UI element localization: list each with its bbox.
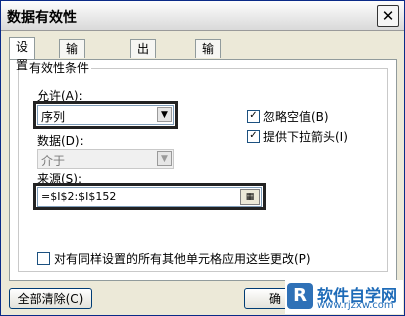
data-select-value: 介于 (41, 154, 66, 168)
tab-settings[interactable]: 设置 (9, 37, 36, 72)
dropdown-arrow-checkbox[interactable]: ✓ (247, 130, 260, 143)
clear-all-button[interactable]: 全部清除(C) (9, 288, 92, 309)
tab-input-message[interactable]: 输入信息 (59, 39, 86, 110)
criteria-legend: 有效性条件 (27, 61, 92, 75)
validation-criteria-group: 有效性条件 允许(A): 序列 ▼ 数据(D): 介于 ▼ 来源(S): =$I… (18, 62, 388, 272)
data-validation-dialog: 数据有效性 ✕ 设置 输入信息 出错警告 输入法模式 有效性条件 允许(A): … (0, 0, 405, 316)
close-icon: ✕ (381, 6, 395, 25)
title-bar: 数据有效性 ✕ (1, 1, 404, 31)
allow-highlight-frame (33, 101, 178, 129)
tab-error-alert[interactable]: 出错警告 (130, 39, 157, 110)
ignore-blank-checkbox[interactable]: ✓ (247, 110, 260, 123)
settings-panel: 有效性条件 允许(A): 序列 ▼ 数据(D): 介于 ▼ 来源(S): =$I… (9, 59, 397, 281)
tab-ime-mode[interactable]: 输入法模式 (195, 39, 222, 128)
source-highlight-frame (33, 183, 266, 210)
data-label: 数据(D): (37, 134, 84, 148)
watermark-url: www.rjzxw.com (317, 300, 394, 311)
chevron-down-icon: ▼ (157, 151, 172, 166)
watermark-logo: R (287, 283, 313, 309)
dialog-title: 数据有效性 (7, 10, 77, 26)
data-select[interactable]: 介于 ▼ (37, 149, 174, 169)
apply-all-checkbox[interactable] (37, 252, 50, 265)
close-button[interactable]: ✕ (377, 5, 399, 27)
dropdown-arrow-label: 提供下拉箭头(I) (263, 130, 348, 144)
apply-all-label: 对有同样设置的所有其他单元格应用这些更改(P) (54, 252, 311, 266)
ignore-blank-label: 忽略空值(B) (263, 110, 329, 124)
watermark: R 软件自学网 www.rjzxw.com (285, 280, 403, 314)
